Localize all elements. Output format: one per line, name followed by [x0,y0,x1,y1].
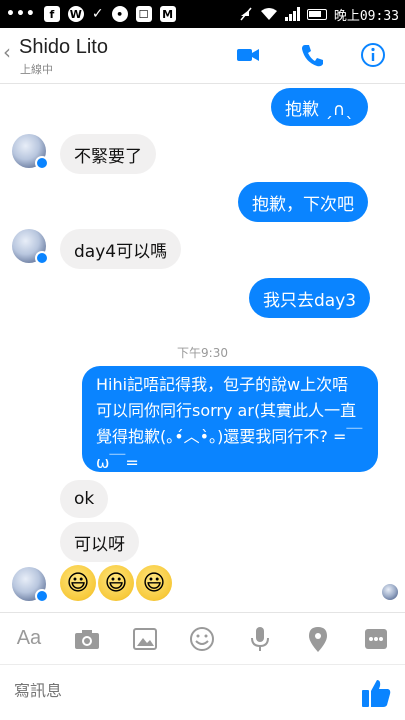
contact-name[interactable]: Shido Lito [19,36,108,59]
wifi-icon [260,8,277,20]
location-pin-icon[interactable] [303,624,333,654]
messenger-badge-icon [35,251,49,265]
facebook-notification-icon: f [43,6,60,22]
thumbs-up-icon[interactable] [360,677,392,709]
more-options-icon[interactable] [361,624,391,654]
emoji-picker-icon[interactable] [187,624,217,654]
smiley-emoji-icon[interactable]: 😃 [136,565,172,601]
camera-icon[interactable] [72,624,102,654]
smiley-emoji-icon[interactable]: 😃 [98,565,134,601]
video-call-icon[interactable] [235,42,261,68]
message-list[interactable]: 抱歉 ˏ∩ˎ 不緊要了 抱歉，下次吧 day4可以嗎 我只去day3 下午9:3… [0,84,405,612]
battery-icon [306,8,327,20]
status-time: 晚上09:33 [333,8,399,24]
message-timestamp: 下午9:30 [177,346,228,360]
photo-gallery-icon[interactable] [130,624,160,654]
message-bubble-outgoing[interactable]: 我只去day3 [249,278,371,318]
messenger-badge-icon [35,156,49,170]
microphone-icon[interactable] [245,624,275,654]
check-notification-icon: ✓ [91,6,104,22]
message-input[interactable] [14,683,334,701]
contact-avatar[interactable] [12,229,49,265]
message-bubble-incoming[interactable]: 不緊要了 [60,134,156,174]
compose-bar [0,664,405,720]
whatsapp-notification-icon: W [67,6,84,22]
gmail-notification-icon: M [159,6,176,22]
status-bar: ••• f W ✓ • ☐ M 晚上09:33 [0,0,405,28]
seen-avatar-icon [382,584,398,600]
message-bubble-incoming[interactable]: day4可以嗎 [60,229,182,269]
composer-toolbar: Aa [0,612,405,664]
text-format-icon[interactable]: Aa [14,624,44,654]
message-bubble-incoming[interactable]: 可以呀 [60,522,139,562]
message-bubble-incoming[interactable]: ok [60,480,109,518]
message-bubble-outgoing[interactable]: 抱歉 ˏ∩ˎ [271,88,368,126]
more-dots-icon: ••• [6,6,36,22]
back-icon[interactable]: ‹ [3,40,11,64]
conversation-header: ‹ Shido Lito 上線中 [0,28,405,84]
message-bubble-outgoing[interactable]: 抱歉，下次吧 [238,182,368,222]
image-notification-icon: ☐ [135,6,152,22]
signal-icon [284,7,300,21]
smiley-emoji-icon[interactable]: 😃 [60,565,96,601]
messenger-badge-icon [35,589,49,603]
contact-avatar[interactable] [12,567,49,603]
message-bubble-outgoing[interactable]: Hihi記唔記得我，包子的說w上次唔可以同你同行sorry ar(其實此人一直覺… [82,366,378,472]
phone-call-icon[interactable] [299,42,325,68]
mute-icon [240,7,252,21]
info-icon[interactable] [360,42,386,68]
chat-notification-icon: • [111,6,128,22]
contact-status: 上線中 [20,63,53,76]
contact-avatar[interactable] [12,134,49,170]
